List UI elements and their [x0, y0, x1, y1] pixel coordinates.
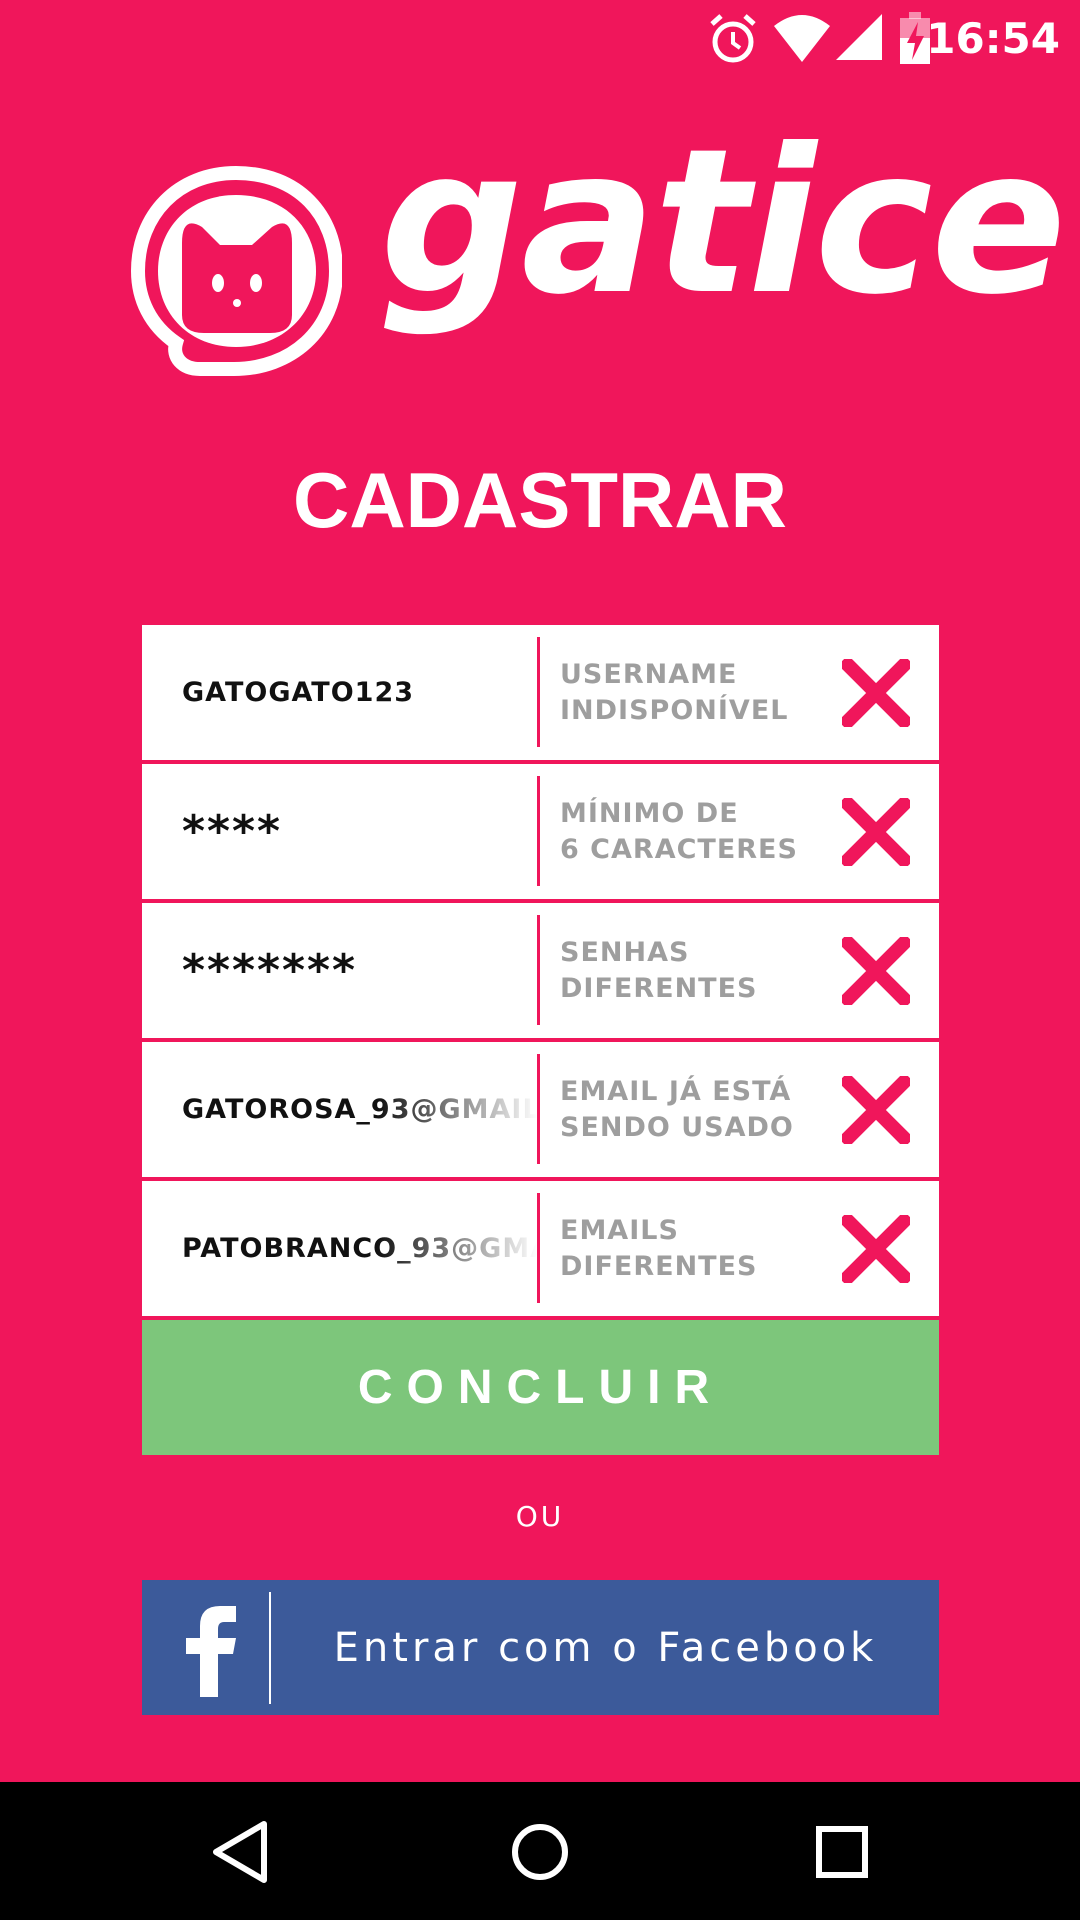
- email-confirm-error: EMAILS DIFERENTES: [560, 1214, 758, 1282]
- username-row: GATOGATO123 USERNAME INDISPONÍVEL: [142, 625, 939, 760]
- facebook-button-label: Entrar com o Facebook: [333, 1624, 878, 1671]
- submit-button[interactable]: CONCLUIR: [142, 1320, 939, 1455]
- error-x-icon: [842, 798, 910, 866]
- status-time: 16:54: [926, 14, 1060, 63]
- error-x-icon: [842, 1076, 910, 1144]
- field-divider: [537, 1193, 540, 1303]
- field-divider: [537, 1054, 540, 1164]
- page-title: CADASTRAR: [293, 456, 787, 544]
- recents-icon[interactable]: [802, 1812, 882, 1892]
- password-confirm-field[interactable]: *******: [182, 903, 537, 1038]
- error-x-icon: [842, 1215, 910, 1283]
- error-x-icon: [842, 937, 910, 1005]
- home-icon[interactable]: [500, 1812, 580, 1892]
- password-row: **** MÍNIMO DE 6 CARACTERES: [142, 764, 939, 899]
- password-confirm-error: SENHAS DIFERENTES: [560, 936, 758, 1004]
- username-error: USERNAME INDISPONÍVEL: [560, 658, 789, 726]
- email-error: EMAIL JÁ ESTÁ SENDO USADO: [560, 1075, 794, 1143]
- field-divider: [537, 776, 540, 886]
- facebook-divider: [269, 1592, 271, 1704]
- field-divider: [537, 637, 540, 747]
- back-icon[interactable]: [202, 1812, 282, 1892]
- navigation-bar: [0, 1782, 1080, 1920]
- app-logo: gatice: [130, 123, 1066, 395]
- field-divider: [537, 915, 540, 1025]
- signal-icon: [836, 14, 882, 60]
- email-field[interactable]: GATOROSA_93@GMAIL.: [182, 1042, 537, 1177]
- password-confirm-row: ******* SENHAS DIFERENTES: [142, 903, 939, 1038]
- password-field[interactable]: ****: [182, 764, 537, 899]
- email-confirm-row: PATOBRANCO_93@GMA EMAILS DIFERENTES: [142, 1181, 939, 1316]
- alarm-icon: [710, 14, 756, 63]
- signup-form: GATOGATO123 USERNAME INDISPONÍVEL **** MÍ…: [142, 625, 939, 1320]
- cat-logo-icon: [130, 165, 342, 376]
- username-field[interactable]: GATOGATO123: [182, 625, 537, 760]
- wifi-icon: [774, 15, 830, 62]
- email-confirm-field[interactable]: PATOBRANCO_93@GMA: [182, 1181, 537, 1316]
- or-separator: OU: [515, 1500, 565, 1533]
- error-x-icon: [842, 659, 910, 727]
- email-row: GATOROSA_93@GMAIL. EMAIL JÁ ESTÁ SENDO US…: [142, 1042, 939, 1177]
- password-error: MÍNIMO DE 6 CARACTERES: [560, 797, 798, 865]
- status-bar: 16:54: [0, 0, 1080, 78]
- facebook-login-button[interactable]: Entrar com o Facebook: [142, 1580, 939, 1715]
- logo-wordmark: gatice: [380, 106, 1066, 339]
- facebook-icon: [186, 1606, 236, 1697]
